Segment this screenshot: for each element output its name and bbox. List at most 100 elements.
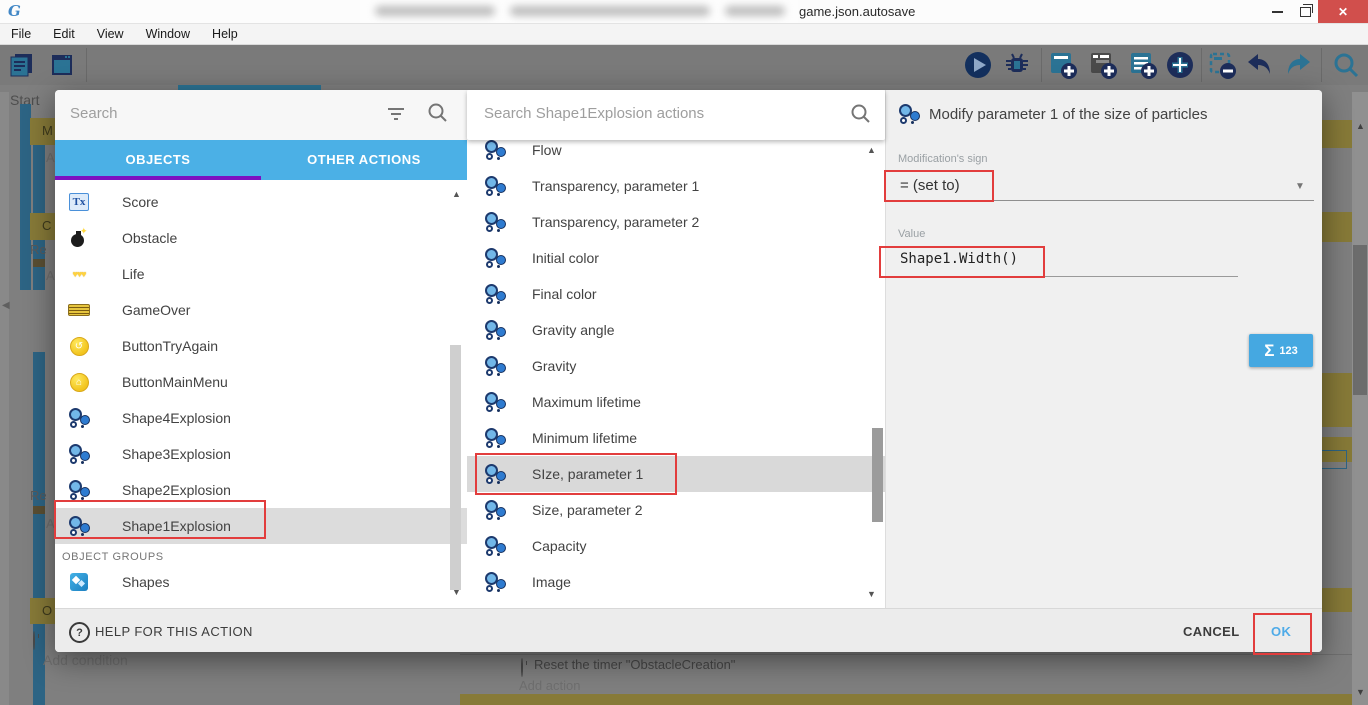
action-row-text: Reset the timer "ObstacleCreation": [534, 657, 735, 672]
object-item-shape1explosion[interactable]: Shape1Explosion: [55, 508, 467, 544]
object-item-buttonmainmenu[interactable]: ⌂ ButtonMainMenu: [55, 364, 467, 400]
app-window: G game.json.autosave ✕ File Edit View Wi…: [0, 0, 1368, 705]
menu-edit[interactable]: Edit: [42, 27, 86, 41]
sign-label: Modification's sign: [898, 153, 988, 165]
event-highlight: [1322, 588, 1352, 612]
objects-scrollbar-thumb[interactable]: [450, 345, 461, 590]
object-item-life[interactable]: ♥♥♥ Life: [55, 256, 467, 292]
remove-event-icon[interactable]: [1206, 49, 1238, 81]
action-item-initial-color[interactable]: Initial color: [467, 240, 885, 276]
action-item-size-parameter-2[interactable]: Size, parameter 2: [467, 492, 885, 528]
help-icon[interactable]: ?: [69, 622, 90, 643]
dialog-footer: ? HELP FOR THIS ACTION CANCEL OK: [55, 608, 1322, 652]
search-icon[interactable]: [1330, 49, 1362, 81]
add-event-icon[interactable]: [1047, 49, 1079, 81]
redo-icon[interactable]: [1283, 49, 1315, 81]
field-outline: [1320, 450, 1347, 469]
restore-button[interactable]: [1292, 0, 1318, 23]
action-item-gravity[interactable]: Gravity: [467, 348, 885, 384]
bomb-icon: ✦: [68, 227, 90, 249]
menu-help[interactable]: Help: [201, 27, 249, 41]
object-groups-header: OBJECT GROUPS: [62, 551, 362, 563]
minimize-button[interactable]: [1264, 0, 1290, 23]
chevron-down-icon[interactable]: ▼: [1295, 181, 1305, 192]
object-item-gameover[interactable]: GameOver: [55, 292, 467, 328]
documents-icon[interactable]: [6, 49, 38, 81]
scroll-up-icon[interactable]: ▲: [1356, 122, 1365, 131]
action-item-image[interactable]: Image: [467, 564, 885, 600]
action-item-minimum-lifetime[interactable]: Minimum lifetime: [467, 420, 885, 456]
filter-icon[interactable]: [387, 108, 405, 120]
ok-button[interactable]: OK: [1271, 624, 1291, 639]
blurred-path: [360, 0, 798, 23]
objects-list: Tx Score ✦ Obstacle ♥♥♥ Life GameOver ↺: [55, 180, 467, 608]
object-item-obstacle[interactable]: ✦ Obstacle: [55, 220, 467, 256]
title-bar: G game.json.autosave ✕: [0, 0, 1368, 24]
action-item-transparency-2[interactable]: Transparency, parameter 2: [467, 204, 885, 240]
object-item-score[interactable]: Tx Score: [55, 184, 467, 220]
object-group-shapes[interactable]: Shapes: [55, 564, 467, 600]
action-item-maximum-lifetime[interactable]: Maximum lifetime: [467, 384, 885, 420]
objects-search-bar: [55, 90, 467, 140]
scroll-down-icon[interactable]: ▼: [1356, 688, 1365, 697]
toolbar: [0, 45, 1368, 85]
events-scrollbar-thumb[interactable]: [1353, 245, 1367, 395]
row-divider: [460, 654, 1352, 655]
object-item-shape3explosion[interactable]: Shape3Explosion: [55, 436, 467, 472]
action-item-flow[interactable]: Flow: [467, 140, 885, 168]
gdevelop-logo-icon: G: [8, 2, 21, 20]
action-item-partial[interactable]: [467, 600, 885, 608]
sigma-icon: Σ: [1264, 341, 1274, 361]
debug-icon[interactable]: [1001, 49, 1033, 81]
close-button[interactable]: ✕: [1318, 0, 1368, 23]
object-thumb-icon: [33, 506, 45, 514]
expression-builder-button[interactable]: Σ 123: [1249, 334, 1313, 367]
action-item-final-color[interactable]: Final color: [467, 276, 885, 312]
actions-search-bar: [467, 90, 885, 140]
value-input[interactable]: [898, 250, 1232, 268]
menu-view[interactable]: View: [86, 27, 135, 41]
search-icon[interactable]: [427, 102, 449, 124]
help-link[interactable]: HELP FOR THIS ACTION: [95, 624, 253, 639]
tab-other-actions[interactable]: OTHER ACTIONS: [261, 140, 467, 180]
cancel-button[interactable]: CANCEL: [1183, 624, 1240, 639]
add-icon[interactable]: [1164, 49, 1196, 81]
scroll-up-icon[interactable]: ▲: [452, 190, 461, 199]
add-comment-icon[interactable]: [1127, 49, 1159, 81]
actions-search-input[interactable]: [482, 104, 826, 123]
objects-search-input[interactable]: [68, 104, 372, 123]
action-item-gravity-angle[interactable]: Gravity angle: [467, 312, 885, 348]
events-left-margin: [0, 92, 9, 705]
add-subevent-icon[interactable]: [1087, 49, 1119, 81]
action-editor-panel: Modify parameter 1 of the size of partic…: [885, 90, 1322, 612]
search-icon[interactable]: [850, 103, 872, 125]
add-condition-link[interactable]: Add condition: [43, 652, 128, 668]
play-icon[interactable]: [962, 49, 994, 81]
window-icon[interactable]: [46, 49, 78, 81]
action-item-size-parameter-1[interactable]: SIze, parameter 1: [467, 456, 885, 492]
home-button-icon: ⌂: [68, 371, 90, 393]
actions-scrollbar-thumb[interactable]: [872, 428, 883, 522]
collapse-arrow-icon[interactable]: ◀: [2, 300, 10, 311]
value-underline: [898, 276, 1238, 277]
scroll-up-icon[interactable]: ▲: [867, 146, 876, 155]
sign-select[interactable]: = (set to): [900, 177, 960, 194]
events-scrollbar[interactable]: ▲ ▼: [1352, 92, 1368, 705]
menu-file[interactable]: File: [0, 27, 42, 41]
action-item-transparency-1[interactable]: Transparency, parameter 1: [467, 168, 885, 204]
add-action-link[interactable]: Add action: [519, 678, 580, 693]
tab-objects[interactable]: OBJECTS: [55, 140, 261, 180]
object-item-shape4explosion[interactable]: Shape4Explosion: [55, 400, 467, 436]
object-item-shape2explosion[interactable]: Shape2Explosion: [55, 472, 467, 508]
event-highlight: [1322, 373, 1352, 427]
object-item-buttontryagain[interactable]: ↺ ButtonTryAgain: [55, 328, 467, 364]
scroll-down-icon[interactable]: ▼: [867, 590, 876, 599]
action-item-capacity[interactable]: Capacity: [467, 528, 885, 564]
value-label: Value: [898, 228, 925, 240]
objects-tabbar: OBJECTS OTHER ACTIONS: [55, 140, 467, 180]
undo-icon[interactable]: [1243, 49, 1275, 81]
event-partial-text: A: [46, 516, 55, 531]
menu-window[interactable]: Window: [135, 27, 201, 41]
action-title: Modify parameter 1 of the size of partic…: [929, 106, 1207, 123]
particle-emitter-icon: [68, 479, 90, 501]
